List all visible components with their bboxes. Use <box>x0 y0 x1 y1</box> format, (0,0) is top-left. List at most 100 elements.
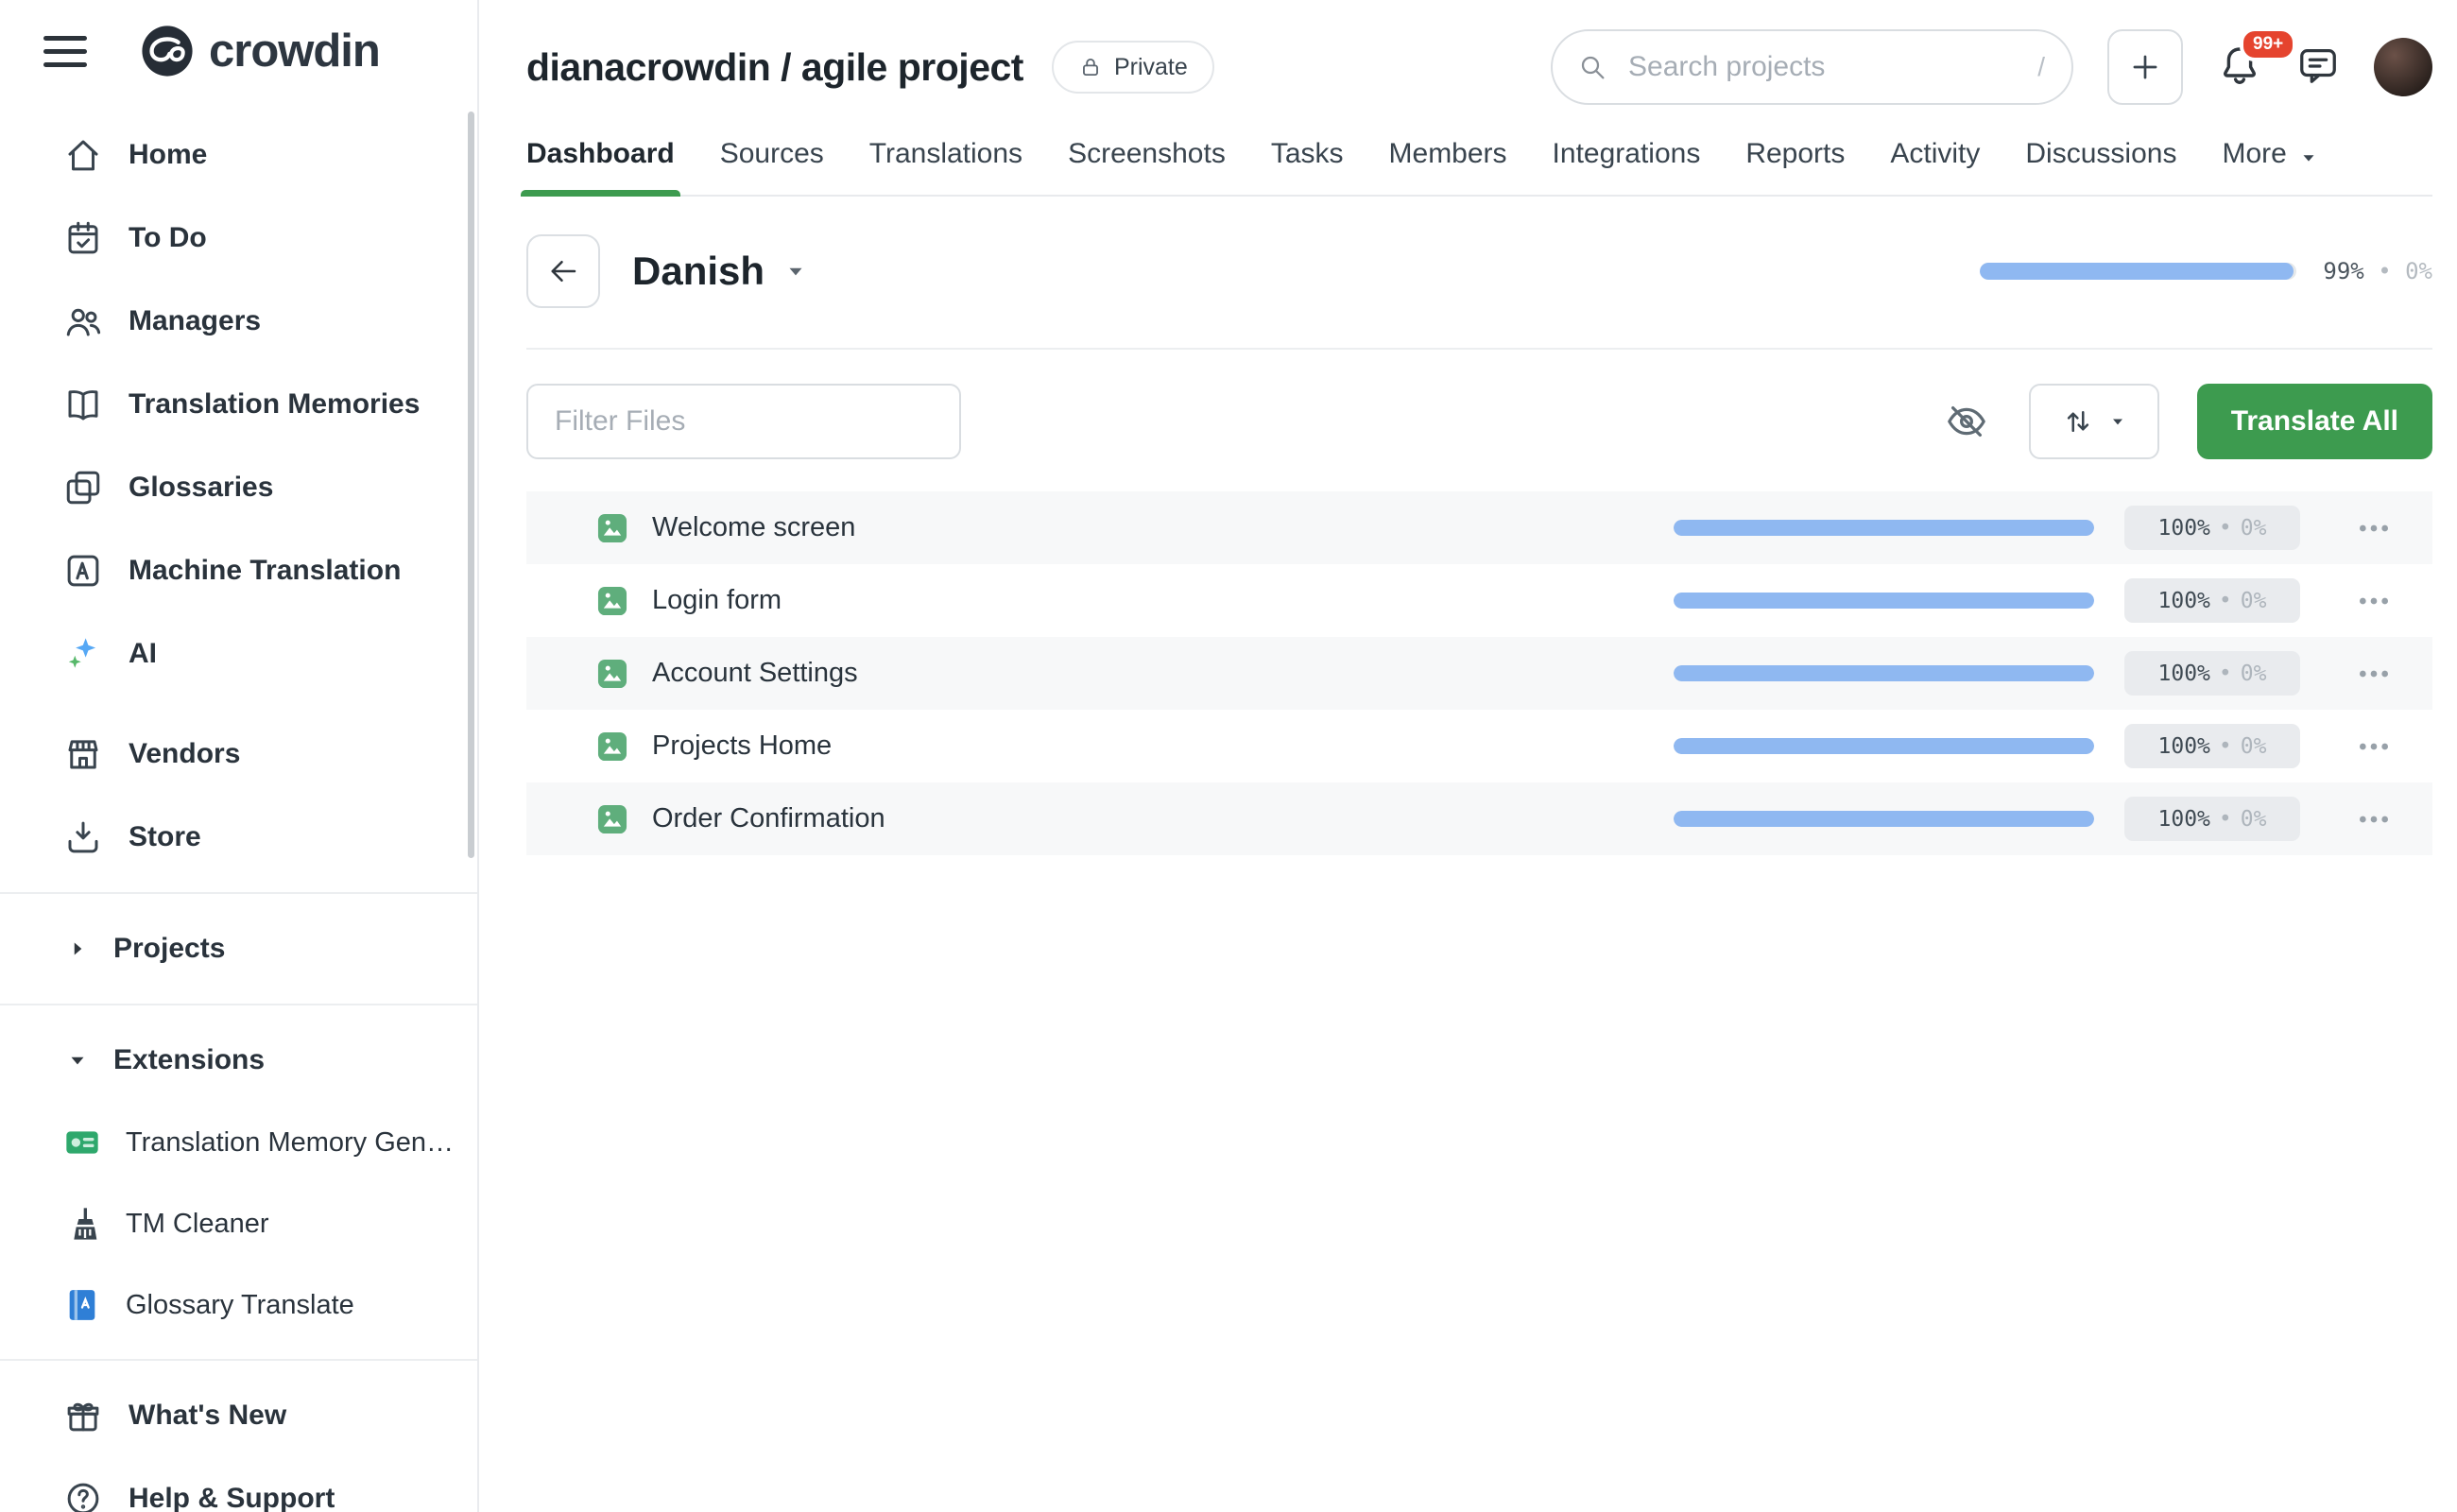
file-progress-bar <box>1674 593 2094 609</box>
file-menu-button[interactable] <box>2344 651 2404 696</box>
sidebar-item-label: To Do <box>129 222 207 254</box>
sidebar-item-help-support[interactable]: Help & Support <box>0 1457 477 1512</box>
search-input[interactable] <box>1551 29 2073 105</box>
file-progress-badge: 100% • 0% <box>2124 506 2300 550</box>
file-menu-button[interactable] <box>2344 724 2404 769</box>
file-row[interactable]: Projects Home 100% • 0% <box>526 710 2432 782</box>
file-name: Welcome screen <box>652 512 855 543</box>
tab-activity[interactable]: Activity <box>1890 138 1980 195</box>
sidebar-item-ai[interactable]: AI <box>0 612 477 696</box>
sidebar-item-label: Home <box>129 139 207 171</box>
file-row-stats: 100% • 0% <box>1674 578 2404 624</box>
file-row[interactable]: Order Confirmation 100% • 0% <box>526 782 2432 855</box>
file-menu-button[interactable] <box>2344 797 2404 842</box>
file-row-stats: 100% • 0% <box>1674 797 2404 842</box>
gift-icon <box>63 1396 103 1435</box>
sidebar: crowdin Home To Do Managers Translation … <box>0 0 479 1512</box>
file-approved-percent: 0% <box>2241 516 2267 541</box>
tab-more[interactable]: More <box>2222 138 2318 195</box>
sidebar-item-translation-memories[interactable]: Translation Memories <box>0 363 477 446</box>
sidebar-item-home[interactable]: Home <box>0 113 477 197</box>
sidebar-item-label: Machine Translation <box>129 555 401 587</box>
ellipsis-icon <box>2355 509 2393 547</box>
file-menu-button[interactable] <box>2344 506 2404 551</box>
sidebar-item-tm-generator[interactable]: Translation Memory Gene… <box>0 1102 477 1183</box>
file-row-stats: 100% • 0% <box>1674 724 2404 769</box>
sidebar-scrollbar[interactable] <box>468 112 474 858</box>
project-tabs: Dashboard Sources Translations Screensho… <box>526 110 2432 197</box>
file-row[interactable]: Welcome screen 100% • 0% <box>526 491 2432 564</box>
approved-percent: 0% <box>2405 258 2432 284</box>
file-list: Welcome screen 100% • 0% Login form <box>526 491 2432 855</box>
file-row[interactable]: Account Settings 100% • 0% <box>526 637 2432 710</box>
eye-off-icon <box>1945 400 1988 443</box>
sidebar-item-label: What's New <box>129 1400 286 1432</box>
todo-icon <box>63 218 103 258</box>
tab-screenshots[interactable]: Screenshots <box>1068 138 1226 195</box>
sidebar-divider <box>0 892 477 894</box>
separator-dot: • <box>2219 589 2232 613</box>
tab-sources[interactable]: Sources <box>720 138 824 195</box>
back-button[interactable] <box>526 234 600 308</box>
menu-icon[interactable] <box>43 36 87 67</box>
file-translated-percent: 100% <box>2158 516 2210 541</box>
sidebar-item-extensions[interactable]: Extensions <box>0 1019 477 1102</box>
sidebar-item-projects[interactable]: Projects <box>0 907 477 990</box>
file-name: Account Settings <box>652 658 858 689</box>
sidebar-item-todo[interactable]: To Do <box>0 197 477 280</box>
screenshot-file-icon <box>594 729 630 765</box>
glossaries-icon <box>63 468 103 507</box>
tab-discussions[interactable]: Discussions <box>2025 138 2176 195</box>
hide-completed-button[interactable] <box>1942 397 1991 446</box>
ellipsis-icon <box>2355 655 2393 693</box>
screenshot-file-icon <box>594 801 630 837</box>
search-icon <box>1577 52 1607 82</box>
crowdin-logo-icon <box>140 24 195 78</box>
separator-dot: • <box>2219 734 2232 759</box>
main-content: dianacrowdin / agile project Private / 9… <box>479 0 2457 1512</box>
messages-button[interactable] <box>2296 43 2340 92</box>
tab-integrations[interactable]: Integrations <box>1553 138 1701 195</box>
sidebar-item-whats-new[interactable]: What's New <box>0 1374 477 1457</box>
tab-tasks[interactable]: Tasks <box>1271 138 1344 195</box>
sidebar-item-glossary-translate[interactable]: Glossary Translate <box>0 1264 477 1346</box>
crowdin-logo[interactable]: crowdin <box>140 24 380 78</box>
language-dropdown-icon[interactable] <box>783 259 808 284</box>
tab-translations[interactable]: Translations <box>869 138 1022 195</box>
sidebar-item-vendors[interactable]: Vendors <box>0 713 477 796</box>
user-avatar[interactable] <box>2374 38 2432 96</box>
create-project-button[interactable] <box>2107 29 2183 105</box>
sidebar-item-managers[interactable]: Managers <box>0 280 477 363</box>
file-row[interactable]: Login form 100% • 0% <box>526 564 2432 637</box>
sort-icon <box>2061 404 2095 438</box>
tab-members[interactable]: Members <box>1389 138 1507 195</box>
notifications-count-badge: 99+ <box>2240 27 2296 61</box>
sidebar-item-label: Store <box>129 821 201 853</box>
file-translated-percent: 100% <box>2158 662 2210 686</box>
file-progress-badge: 100% • 0% <box>2124 578 2300 623</box>
app-window: crowdin Home To Do Managers Translation … <box>0 0 2457 1512</box>
lock-icon <box>1078 55 1103 79</box>
notifications-button[interactable]: 99+ <box>2217 43 2262 93</box>
extension-label: Translation Memory Gene… <box>126 1127 466 1159</box>
file-menu-button[interactable] <box>2344 578 2404 624</box>
private-badge[interactable]: Private <box>1052 41 1214 94</box>
language-progress-fill <box>1980 263 2294 280</box>
sidebar-item-store[interactable]: Store <box>0 796 477 879</box>
sort-button[interactable] <box>2029 384 2159 459</box>
sidebar-item-label: Translation Memories <box>129 388 420 421</box>
file-translated-percent: 100% <box>2158 807 2210 832</box>
help-icon <box>63 1479 103 1512</box>
language-header: Danish 99% • 0% <box>526 197 2432 350</box>
chevron-down-icon <box>2298 144 2319 164</box>
sidebar-item-tm-cleaner[interactable]: TM Cleaner <box>0 1183 477 1264</box>
screenshot-file-icon <box>594 656 630 692</box>
project-header: dianacrowdin / agile project Private / 9… <box>526 0 2432 110</box>
translate-all-button[interactable]: Translate All <box>2197 384 2432 459</box>
separator-dot: • <box>2378 258 2391 284</box>
tab-dashboard[interactable]: Dashboard <box>526 138 675 195</box>
tab-reports[interactable]: Reports <box>1745 138 1845 195</box>
sidebar-item-glossaries[interactable]: Glossaries <box>0 446 477 529</box>
sidebar-item-machine-translation[interactable]: Machine Translation <box>0 529 477 612</box>
filter-files-input[interactable] <box>526 384 961 459</box>
